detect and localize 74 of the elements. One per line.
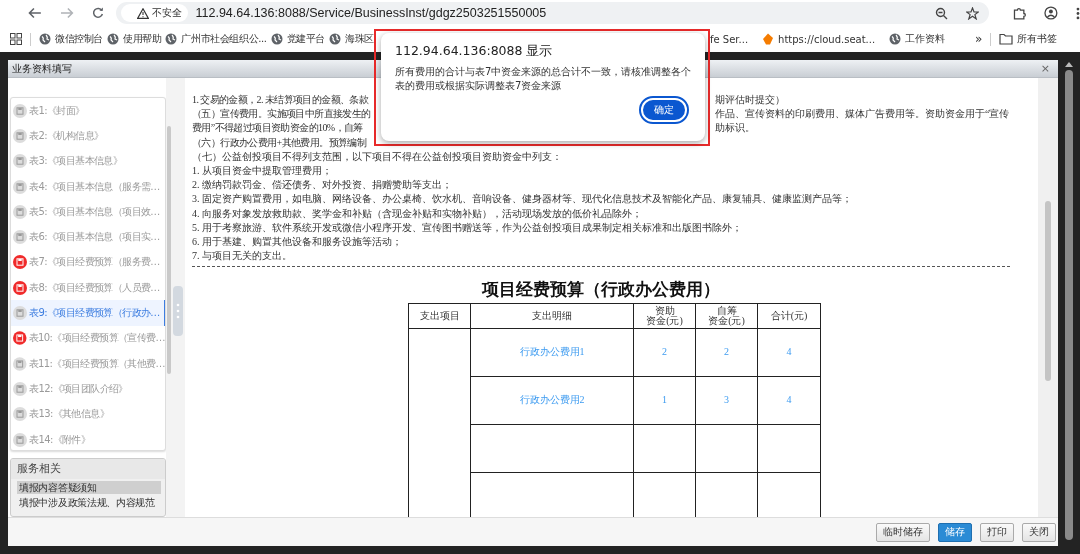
close-button[interactable]: × [1040, 62, 1050, 75]
document-text: 1. 交易的金额，2. 未结算项目的金额、条款 [192, 93, 369, 107]
table-cell: 3 [695, 376, 758, 425]
footer-button[interactable]: 储存 [938, 522, 972, 542]
globe-icon [328, 33, 341, 45]
bookmark[interactable]: fe Ser... [710, 32, 749, 46]
security-label: 不安全 [151, 6, 182, 20]
panel-title: 服务相关 [11, 459, 165, 479]
table-cell: 行政办公费用1 [470, 328, 634, 377]
table-cell: 4 [757, 376, 821, 425]
document-text: 作品、宣传资料的印刷费用、媒体广告费用等。资助资金用于“宣传 [715, 107, 1010, 122]
table-cell: 1 [633, 376, 696, 425]
reload-icon[interactable] [91, 7, 104, 19]
security-chip[interactable]: 不安全 [120, 4, 188, 22]
window-title: 业务资料填写 [12, 61, 72, 76]
footer-button[interactable]: 临时储存 [876, 522, 930, 542]
document-text: 2. 缴纳罚款罚金、偿还债务、对外投资、捐赠赞助等支出； [192, 178, 453, 193]
header-text: 支出项目 [418, 310, 461, 321]
document-text: （七）公益创投项目不得列支范围，以下项目不得在公益创投项目资助资金中列支： [192, 149, 563, 164]
document-text: 7. 与项目无关的支出。 [192, 249, 293, 264]
scroll-up-icon[interactable] [1065, 62, 1073, 67]
back-icon[interactable] [28, 7, 42, 19]
bookmark[interactable]: 微信控制台 [39, 32, 103, 46]
service-link[interactable]: 填报内容答疑须知 [17, 481, 161, 494]
bookmark[interactable]: 海珠区 [328, 32, 374, 46]
footer-button[interactable]: 关闭 [1022, 522, 1056, 542]
document-text: （五）宣传费用。实施项目中所直接发生的 [192, 107, 371, 122]
table-cell: 行政办公费用2 [470, 376, 634, 425]
dialog-message: 所有费用的合计与表7中资金来源的总合计不一致，请核准调整各个表的费用或根据实际调整表7资金来源 [395, 65, 693, 93]
header-text: 支出明细 [531, 310, 573, 321]
bookmark[interactable]: 使用帮助 [107, 32, 162, 46]
all-bookmarks-button[interactable]: 所有书签 [999, 32, 1058, 46]
document-text: 6. 用于基建、购置其他设备和服务设施等活动； [192, 235, 403, 250]
star-icon[interactable] [966, 6, 980, 20]
header-text: 合计(元) [769, 310, 809, 321]
profile-icon[interactable] [1044, 6, 1059, 20]
warning-icon [136, 7, 149, 19]
extension-icon[interactable] [1013, 6, 1027, 20]
ok-button[interactable]: 确定 [641, 98, 687, 122]
dialog-title: 112.94.64.136:8088 显示 [395, 43, 554, 60]
splitter-handle-icon[interactable] [173, 286, 183, 336]
more-bookmarks-button[interactable]: » [975, 32, 983, 46]
document-text: 期评估时提交） [715, 93, 785, 107]
document-text: 3. 固定资产购置费用，如电脑、网络设备、办公桌椅、饮水机、音响设备、健身器材等、现代化信息技术及智能化产品、康复辅具、健康监测产品等； [192, 192, 853, 207]
form-list-item[interactable]: 表9:《项目经费预算（行政办… [11, 300, 165, 326]
header-text: 资助 [653, 305, 676, 316]
globe-icon [889, 33, 902, 45]
zoom-icon[interactable] [935, 6, 949, 20]
document-text: 费用”不得超过项目资助资金的10%，自筹 [192, 121, 363, 136]
header-text: 自筹 [716, 305, 737, 316]
document-text: 助标识。 [715, 121, 755, 136]
bookmark[interactable]: 广州市社会组织公... [165, 32, 267, 46]
apps-icon[interactable] [10, 33, 22, 45]
bookmark[interactable]: 党建平台 [270, 32, 325, 46]
document-text: 5. 用于考察旅游、软件系统开发或微信小程序开发、宣传图书赠送等，作为公益创投项目成果制定相关标准和出版图书除外； [192, 220, 743, 235]
globe-icon [270, 33, 283, 45]
header-text: 资金(元) [645, 315, 684, 326]
address-bar[interactable]: 不安全 112.94.64.136:8088/Service/BusinessInst/gdgz2503251550005 [115, 2, 990, 24]
globe-icon [39, 33, 51, 45]
url-text: 112.94.64.136:8088/Service/BusinessInst/gdgz2503251550005 [195, 6, 547, 20]
bookmark[interactable]: https://cloud.seat... [762, 32, 876, 46]
table-cell: 4 [757, 328, 821, 377]
document-text: 4. 向服务对象发放救助款、奖学金和补贴（含现金补贴和实物补贴），活动现场发放的低价礼品除外； [192, 206, 643, 221]
globe-icon [165, 33, 178, 45]
document-text: 1. 从项目资金中提取管理费用； [192, 164, 333, 178]
globe-icon [107, 33, 119, 45]
header-text: 资金(元) [707, 315, 746, 326]
folder-icon [999, 33, 1014, 45]
document-text: （六）行政办公费用+其他费用。预算编制 [192, 135, 367, 150]
footer-button[interactable]: 打印 [980, 522, 1014, 542]
menu-icon[interactable] [1076, 6, 1080, 20]
bookmark[interactable]: 工作资料 [889, 32, 946, 46]
table-cell: 2 [633, 328, 696, 377]
table-cell: 2 [695, 328, 758, 377]
